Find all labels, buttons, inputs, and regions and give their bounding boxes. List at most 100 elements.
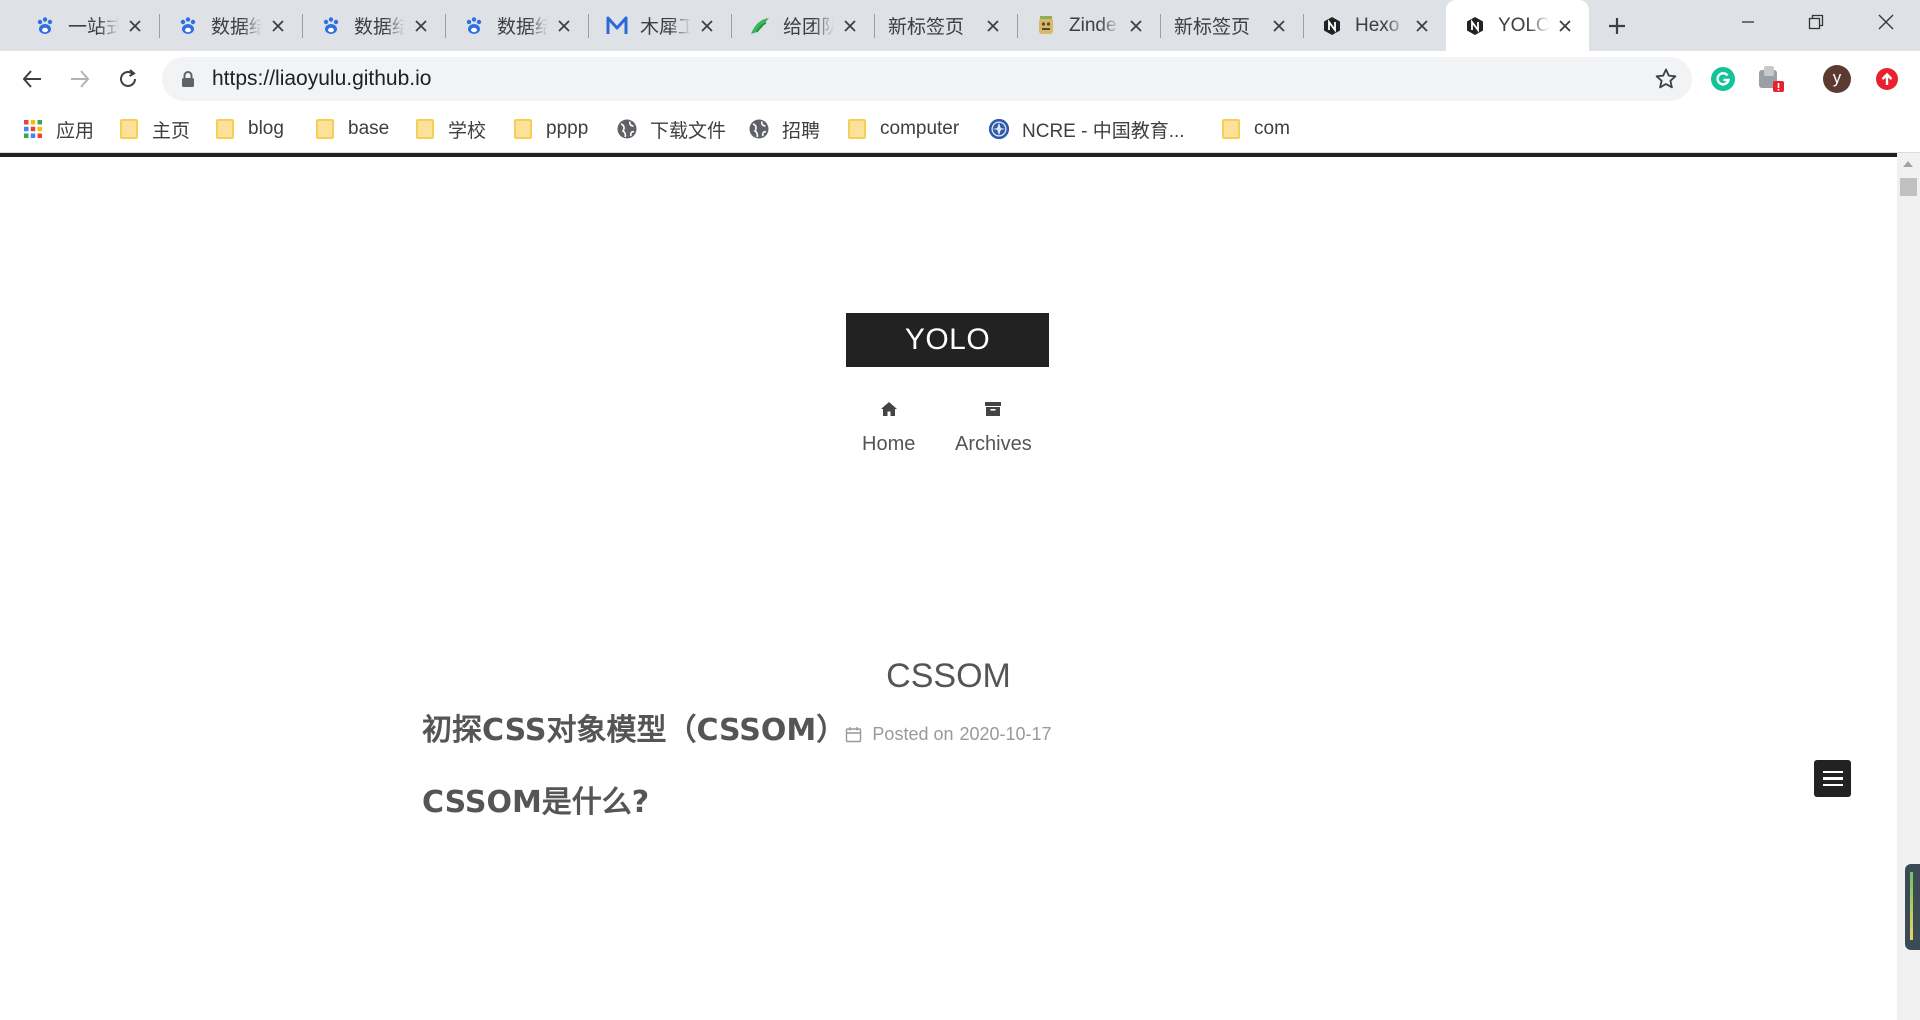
browser-tab[interactable]: 一站式 xyxy=(16,0,159,51)
bookmark-label: 学校 xyxy=(448,120,487,142)
close-icon[interactable] xyxy=(840,16,860,36)
tab-list: 一站式 数据结构 数据结构 xyxy=(16,0,1589,51)
back-button[interactable] xyxy=(12,59,52,99)
address-bar[interactable]: https://liaoyulu.github.io xyxy=(162,57,1692,101)
grammarly-extension-icon[interactable] xyxy=(1708,64,1738,94)
browser-tab[interactable]: 新标签页 xyxy=(1160,0,1303,51)
post-heading: 初探CSS对象模型（CSSOM） xyxy=(422,713,847,748)
close-icon[interactable] xyxy=(1412,16,1432,36)
baidu-paw-icon xyxy=(320,15,342,37)
green-bird-icon xyxy=(749,15,771,37)
tab-title: 数据结构 xyxy=(211,17,262,38)
bookmarks-bar: 应用 主页 blog base 学校 pppp 下载文件 招聘 computer xyxy=(0,106,1920,153)
bookmark-link[interactable]: 招聘 xyxy=(748,114,820,144)
browser-tab[interactable]: 给团队 xyxy=(731,0,874,51)
tab-title: YOLO xyxy=(1498,14,1549,36)
post-heading: CSSOM是什么? xyxy=(422,785,650,820)
bookmark-folder[interactable]: 学校 xyxy=(414,114,486,144)
m-logo-icon xyxy=(606,15,628,37)
folder-icon xyxy=(846,118,868,140)
close-icon[interactable] xyxy=(983,16,1003,36)
bookmark-folder[interactable]: pppp xyxy=(512,114,588,144)
arrow-right-icon xyxy=(71,70,90,88)
bookmark-label: base xyxy=(348,118,390,139)
close-icon[interactable] xyxy=(411,16,431,36)
minimize-icon xyxy=(1742,21,1754,23)
minimize-button[interactable] xyxy=(1714,0,1782,44)
forward-button[interactable] xyxy=(60,59,100,99)
browser-tab[interactable]: 数据结构 xyxy=(159,0,302,51)
menu-item-archives[interactable]: Archives xyxy=(955,397,1032,456)
browser-tab[interactable]: 木犀工作室 xyxy=(588,0,731,51)
apps-grid-icon xyxy=(22,118,44,140)
menu-item-home[interactable]: Home xyxy=(862,397,915,456)
bookmark-folder[interactable]: blog xyxy=(214,114,284,144)
next-n-icon xyxy=(1464,15,1486,37)
bookmark-folder[interactable]: computer xyxy=(846,114,959,144)
bookmark-star-icon[interactable] xyxy=(1654,67,1678,91)
post-title[interactable]: CSSOM xyxy=(0,657,1897,696)
bookmark-link[interactable]: NCRE - 中国教育... xyxy=(988,114,1185,144)
browser-tab[interactable]: Hexo xyxy=(1303,0,1446,51)
bookmark-label: computer xyxy=(880,118,960,139)
mascot-icon xyxy=(1035,15,1057,37)
scrollbar-thumb[interactable] xyxy=(1900,178,1917,196)
extension-puzzle-icon[interactable] xyxy=(1756,64,1786,94)
volume-meter-widget[interactable] xyxy=(1905,864,1920,950)
close-icon[interactable] xyxy=(1269,16,1289,36)
bookmark-folder[interactable]: base xyxy=(314,114,389,144)
new-tab-button[interactable] xyxy=(1602,11,1632,41)
hamburger-icon-bar xyxy=(1822,777,1843,780)
hamburger-icon-bar xyxy=(1822,770,1843,774)
bookmark-folder[interactable]: com xyxy=(1220,114,1290,144)
restore-button[interactable] xyxy=(1782,0,1850,44)
close-icon[interactable] xyxy=(1126,16,1146,36)
restore-icon xyxy=(1808,14,1824,30)
bookmark-label: NCRE - 中国教育... xyxy=(1022,120,1185,142)
folder-icon xyxy=(214,118,236,140)
browser-tab[interactable]: 新标签页 xyxy=(874,0,1017,51)
close-icon[interactable] xyxy=(125,16,145,36)
tab-title: 数据结构 xyxy=(354,17,405,38)
tab-title: 木犀工作室 xyxy=(640,17,691,38)
close-icon[interactable] xyxy=(268,16,288,36)
sidebar-toggle-button[interactable] xyxy=(1814,760,1851,797)
site-brand[interactable]: YOLO xyxy=(846,313,1049,367)
scroll-up-arrow-icon[interactable] xyxy=(1903,161,1913,167)
home-icon xyxy=(880,397,898,421)
tab-title: 新标签页 xyxy=(1174,17,1251,38)
post-meta: Posted on 2020-10-17 xyxy=(0,724,1897,745)
browser-tab[interactable]: 数据结构 xyxy=(445,0,588,51)
bookmark-folder[interactable]: 主页 xyxy=(118,114,190,144)
plus-icon xyxy=(1609,18,1625,34)
url-text: https://liaoyulu.github.io xyxy=(212,67,432,90)
post-date: 2020-10-17 xyxy=(959,724,1052,744)
folder-icon xyxy=(1220,118,1242,140)
browser-tab[interactable]: Zinde xyxy=(1017,0,1160,51)
bookmark-label: 下载文件 xyxy=(650,120,727,142)
close-icon[interactable] xyxy=(554,16,574,36)
page-viewport: YOLO Home Archives CSSOM Posted on 2020-… xyxy=(0,153,1897,1020)
bookmark-link[interactable]: 下载文件 xyxy=(616,114,726,144)
reload-button[interactable] xyxy=(108,59,148,99)
profile-avatar[interactable]: y xyxy=(1822,64,1852,94)
posted-on-label: Posted on xyxy=(872,724,954,744)
tab-title: 新标签页 xyxy=(888,17,965,38)
bookmark-apps[interactable]: 应用 xyxy=(22,114,94,144)
folder-icon xyxy=(314,118,336,140)
close-window-button[interactable] xyxy=(1852,0,1920,44)
tab-title: 数据结构 xyxy=(497,17,548,38)
browser-tab-active[interactable]: YOLO xyxy=(1446,0,1589,51)
close-icon[interactable] xyxy=(1555,16,1575,36)
tab-title: Zinde xyxy=(1069,14,1117,36)
lock-icon xyxy=(182,71,194,87)
baidu-paw-icon xyxy=(463,15,485,37)
tab-title: 给团队 xyxy=(783,17,834,38)
calendar-icon xyxy=(845,726,862,743)
browser-tab[interactable]: 数据结构 xyxy=(302,0,445,51)
folder-icon xyxy=(512,118,534,140)
bookmark-label: 招聘 xyxy=(782,120,821,142)
bookmark-label: com xyxy=(1254,118,1290,139)
close-icon[interactable] xyxy=(697,16,717,36)
update-upload-icon[interactable] xyxy=(1872,64,1902,94)
